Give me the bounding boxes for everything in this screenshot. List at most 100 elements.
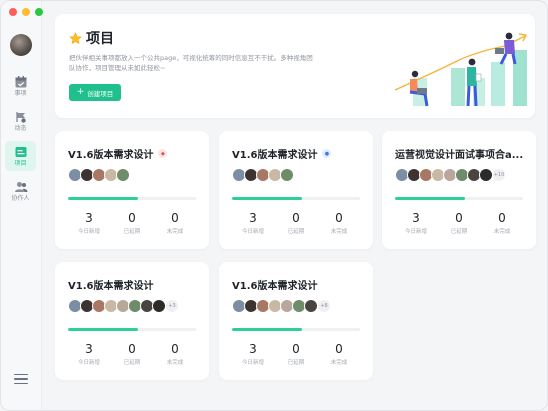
stat-label: 今日新增 [77, 360, 100, 366]
hamburger-menu-icon[interactable] [14, 374, 28, 385]
project-card-title: V1.6版本需求设计 [68, 277, 153, 292]
project-card[interactable]: V1.6版本需求设计 +8 3 今日新增 0 已延期 0 未完成 [219, 262, 373, 380]
stat-value: 0 [128, 211, 136, 225]
stat-label: 今日新增 [241, 360, 264, 366]
project-card-title: 运营视觉设计面试事项合a... [395, 146, 523, 161]
stat-value: 3 [85, 211, 93, 225]
stat-label: 未完成 [330, 360, 348, 366]
stat-delayed: 0 已延期 [111, 342, 153, 367]
stat-label: 已延期 [123, 229, 141, 235]
calendar-icon [15, 76, 26, 88]
project-card-title-text: V1.6版本需求设计 [68, 150, 154, 161]
progress-fill [232, 197, 303, 200]
stat-label: 已延期 [287, 229, 305, 235]
stat-incomplete: 0 未完成 [154, 342, 196, 367]
sidebar-item-tasks[interactable]: 事项 [5, 71, 36, 101]
progress-bar [68, 197, 196, 200]
avatar [116, 168, 130, 182]
member-avatars[interactable]: +8 [232, 299, 331, 313]
stat-label: 未完成 [166, 229, 184, 235]
stat-value: 3 [85, 342, 93, 356]
progress-bar [232, 197, 360, 200]
stat-value: 3 [249, 342, 257, 356]
project-icon [15, 147, 26, 157]
project-card-title-text: 运营视觉设计面试事项合a... [395, 150, 524, 161]
activity-icon [15, 112, 26, 123]
project-card[interactable]: 运营视觉设计面试事项合a... +10 3 今日新增 0 已延期 0 未完成 [382, 131, 536, 249]
stat-value: 0 [171, 342, 179, 356]
project-card[interactable]: V1.6版本需求设计 +3 3 今日新增 0 已延期 0 未完成 [55, 262, 209, 380]
progress-bar [232, 328, 360, 331]
user-avatar[interactable] [10, 34, 32, 56]
team-growth-illustration [394, 32, 528, 107]
project-card-title: V1.6版本需求设计 [232, 277, 317, 292]
stat-label: 今日新增 [77, 229, 100, 235]
stat-delayed: 0 已延期 [275, 211, 317, 236]
stat-new-today: 3 今日新增 [395, 212, 437, 236]
project-card[interactable]: V1.6版本需求设计 ● 3 今日新增 0 已延期 0 未完成 [219, 131, 373, 249]
member-avatars[interactable]: +10 [395, 168, 506, 182]
stat-label: 未完成 [493, 229, 511, 235]
project-stats: 3 今日新增 0 已延期 0 未完成 [68, 211, 196, 236]
star-icon [69, 31, 82, 44]
minimize-window-button[interactable] [22, 8, 30, 16]
sidebar-item-label: 事项 [14, 90, 27, 97]
sidebar-item-label: 动态 [14, 125, 27, 132]
stat-value: 0 [498, 211, 506, 225]
zoom-window-button[interactable] [35, 8, 43, 16]
close-window-button[interactable] [9, 8, 17, 16]
stat-label: 未完成 [166, 360, 184, 366]
create-project-label: 创建项目 [87, 89, 114, 98]
page-title-text: 项目 [86, 31, 114, 47]
stat-value: 0 [171, 211, 179, 225]
stat-delayed: 0 已延期 [438, 211, 480, 236]
avatar [304, 299, 318, 313]
sidebar-item-projects[interactable]: 项目 [5, 141, 36, 171]
project-card[interactable]: V1.6版本需求设计 ◆ 3 今日新增 0 已延期 0 未完成 [55, 131, 209, 249]
stat-delayed: 0 已延期 [111, 211, 153, 236]
hero-description: 把伙伴相关事项都放入一个公共page，可视化统筹的同时信息互不干扰。多种视角团队… [69, 54, 313, 72]
stat-value: 0 [292, 342, 300, 356]
page-title: 项目 [69, 28, 114, 48]
project-stats: 3 今日新增 0 已延期 0 未完成 [232, 342, 360, 367]
member-avatars[interactable]: +3 [68, 299, 179, 313]
stat-label: 今日新增 [404, 229, 427, 235]
sidebar-item-collaborators[interactable]: 协作人 [5, 176, 36, 206]
avatar [479, 168, 493, 182]
progress-fill [68, 328, 139, 331]
progress-fill [395, 197, 466, 200]
stat-new-today: 3 今日新增 [232, 342, 274, 367]
stat-incomplete: 0 未完成 [318, 212, 360, 236]
project-card-title: V1.6版本需求设计 ● [232, 146, 332, 161]
stat-value: 0 [455, 211, 463, 225]
stat-value: 0 [335, 342, 343, 356]
more-members-count[interactable]: +10 [492, 168, 506, 182]
project-card-title-text: V1.6版本需求设计 [68, 281, 154, 292]
stat-value: 0 [128, 342, 136, 356]
project-hero-banner: 项目 把伙伴相关事项都放入一个公共page，可视化统筹的同时信息互不干扰。多种视… [55, 14, 535, 118]
create-project-button[interactable]: + 创建项目 [69, 84, 121, 101]
stat-value: 0 [292, 211, 300, 225]
status-badge-icon: ● [322, 149, 332, 158]
stat-new-today: 3 今日新增 [68, 342, 110, 367]
avatar [152, 299, 166, 313]
more-members-count[interactable]: +8 [317, 299, 331, 313]
progress-bar [395, 197, 523, 200]
sidebar-item-label: 协作人 [11, 195, 30, 202]
stat-label: 已延期 [287, 360, 305, 366]
project-stats: 3 今日新增 0 已延期 0 未完成 [68, 342, 196, 367]
stat-label: 今日新增 [241, 229, 264, 235]
progress-fill [68, 197, 139, 200]
stat-label: 已延期 [123, 360, 141, 366]
traffic-lights [9, 8, 43, 16]
member-avatars[interactable] [68, 168, 130, 182]
more-members-count[interactable]: +3 [165, 299, 179, 313]
project-card-title: V1.6版本需求设计 ◆ [68, 146, 168, 161]
collaborators-icon [14, 182, 27, 192]
progress-fill [232, 328, 303, 331]
member-avatars[interactable] [232, 168, 294, 182]
project-card-title-text: V1.6版本需求设计 [232, 281, 318, 292]
sidebar-item-activity[interactable]: 动态 [5, 106, 36, 136]
priority-badge-icon: ◆ [158, 149, 168, 158]
stat-label: 未完成 [330, 229, 348, 235]
